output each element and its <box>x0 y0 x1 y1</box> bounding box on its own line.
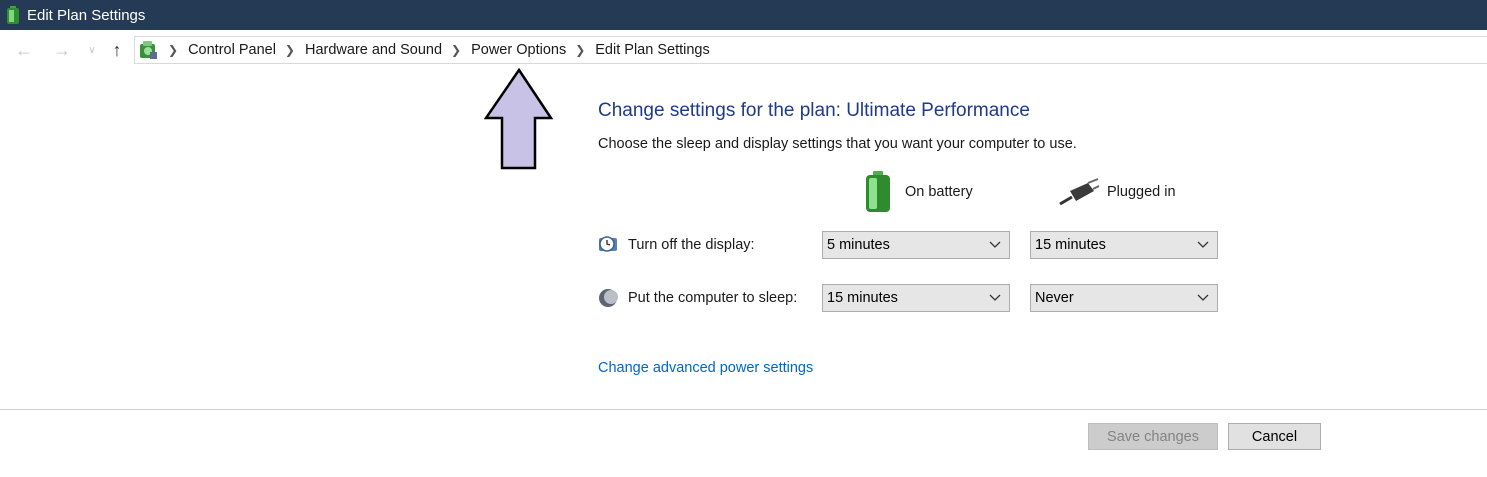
row-label-sleep: Put the computer to sleep: <box>628 290 798 306</box>
breadcrumb-hardware-and-sound[interactable]: Hardware and Sound <box>305 42 442 58</box>
chevron-right-icon: ❯ <box>284 43 295 57</box>
chevron-right-icon: ❯ <box>168 43 179 57</box>
chevron-right-icon: ❯ <box>575 43 586 57</box>
breadcrumb-edit-plan-settings[interactable]: Edit Plan Settings <box>595 42 709 58</box>
battery-icon <box>866 171 890 212</box>
cancel-button[interactable]: Cancel <box>1228 423 1321 450</box>
battery-icon <box>7 6 19 24</box>
annotation-arrow-icon <box>484 68 554 170</box>
page-title: Change settings for the plan: Ultimate P… <box>598 100 1030 121</box>
sleep-battery-select[interactable]: 15 minutes <box>822 284 1010 312</box>
select-value: 15 minutes <box>827 290 898 306</box>
column-label-battery: On battery <box>905 184 973 200</box>
chevron-down-icon <box>1197 294 1209 301</box>
sleep-plugged-select[interactable]: Never <box>1030 284 1218 312</box>
navigation-bar: ← → ∨ ↑ ❯ Control Panel ❯ Hardware and S… <box>0 30 1487 70</box>
up-arrow-icon[interactable]: ↑ <box>107 39 127 61</box>
display-plugged-select[interactable]: 15 minutes <box>1030 231 1218 259</box>
select-value: 15 minutes <box>1035 237 1106 253</box>
moon-icon <box>599 289 618 307</box>
title-bar: Edit Plan Settings <box>0 0 1487 30</box>
footer-divider <box>0 409 1487 410</box>
column-label-plugged: Plugged in <box>1107 184 1176 200</box>
main-content: Change settings for the plan: Ultimate P… <box>0 70 1487 408</box>
select-value: Never <box>1035 290 1074 306</box>
row-label-display: Turn off the display: <box>628 237 755 253</box>
breadcrumb-control-panel[interactable]: Control Panel <box>188 42 276 58</box>
chevron-down-icon[interactable]: ∨ <box>82 39 102 61</box>
chevron-right-icon: ❯ <box>451 43 462 57</box>
display-clock-icon <box>599 236 617 252</box>
column-header-battery: On battery <box>864 170 973 214</box>
power-plug-icon <box>1059 178 1100 206</box>
forward-arrow-icon[interactable]: → <box>52 39 72 61</box>
chevron-down-icon <box>1197 241 1209 248</box>
window-title: Edit Plan Settings <box>27 6 146 24</box>
page-description: Choose the sleep and display settings th… <box>598 136 1077 152</box>
back-arrow-icon[interactable]: ← <box>14 39 34 61</box>
select-value: 5 minutes <box>827 237 890 253</box>
advanced-power-settings-link[interactable]: Change advanced power settings <box>598 360 813 376</box>
control-panel-icon <box>140 41 157 59</box>
column-header-plugged: Plugged in <box>1058 170 1176 214</box>
chevron-down-icon <box>989 294 1001 301</box>
display-battery-select[interactable]: 5 minutes <box>822 231 1010 259</box>
address-bar[interactable]: ❯ Control Panel ❯ Hardware and Sound ❯ P… <box>134 36 1487 64</box>
chevron-down-icon <box>989 241 1001 248</box>
save-changes-button[interactable]: Save changes <box>1088 423 1218 450</box>
breadcrumb-power-options[interactable]: Power Options <box>471 42 566 58</box>
